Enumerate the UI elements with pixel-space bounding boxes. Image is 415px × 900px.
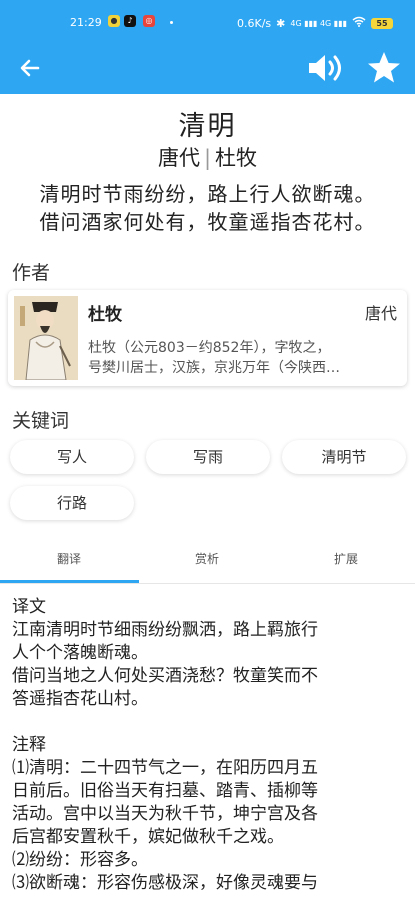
notes-heading: 注释 (12, 735, 46, 755)
tiktok-icon: ♪ (124, 15, 136, 27)
notes-line: 活动。宫中以当天为秋千节，坤宁宫及各 (12, 804, 318, 824)
notes-line: 日前后。旧俗当天有扫墓、踏青、插柳等 (12, 781, 318, 801)
status-bar: 21:29 ● ♪ ◎ 0.6K/s ✱ 4G ▮▮▮ 4G ▮▮▮ 55 (0, 0, 415, 42)
poem-title: 清明 (178, 111, 237, 142)
notes-line: ⑵纷纷：形容多。 (12, 850, 148, 870)
net-speed: 0.6K/s (237, 16, 272, 30)
tab-extension[interactable]: 扩展 (277, 550, 415, 567)
translation-content: 译文 江南清明时节细雨纷纷飘洒，路上羁旅行 人个个落魄断魂。 借问当地之人何处买… (12, 596, 406, 895)
author-dynasty: 唐代 (364, 304, 397, 323)
author-section-heading: 作者 (12, 262, 51, 284)
author-portrait (14, 296, 78, 381)
status-right: 0.6K/s ✱ 4G ▮▮▮ 4G ▮▮▮ 55 (237, 16, 393, 30)
status-time: 21:29 (70, 16, 102, 29)
tab-appreciation[interactable]: 赏析 (138, 550, 276, 567)
author-name: 杜牧 (88, 305, 122, 325)
author-card[interactable]: 杜牧 唐代 杜牧（公元803－约852年），字牧之， 号樊川居士，汉族，京兆万年… (8, 290, 407, 386)
signal-icon: 4G ▮▮▮ 4G ▮▮▮ (290, 18, 347, 28)
translation-line: 江南清明时节细雨纷纷飘洒，路上羁旅行 (12, 620, 318, 640)
app-notification-icon: ● (108, 15, 120, 27)
keywords-section-heading: 关键词 (12, 410, 70, 432)
app-bar (0, 42, 415, 94)
tab-translation[interactable]: 翻译 (0, 550, 138, 567)
notes-line: 后宫都安置秋千，嫔妃做秋千之戏。 (12, 827, 284, 847)
translation-line: 答遥指杏花山村。 (12, 689, 148, 709)
battery-icon: 55 (371, 17, 393, 29)
author-bio-line: 杜牧（公元803－约852年），字牧之， (88, 340, 331, 356)
notes-line: ⑴清明：二十四节气之一，在阳历四月五 (12, 758, 318, 778)
keyword-chip[interactable]: 写人 (10, 440, 134, 474)
translation-heading: 译文 (12, 597, 46, 617)
keyword-chip[interactable]: 行路 (10, 486, 134, 520)
wifi-icon (352, 16, 366, 30)
bluetooth-icon: ✱ (276, 16, 286, 30)
poem-meta: 唐代 | 杜牧 (0, 142, 415, 172)
speaker-icon[interactable] (306, 52, 346, 84)
app-badge-icon: ◎ (143, 15, 155, 27)
notes-line: ⑶欲断魂：形容伤感极深，好像灵魂要与 (12, 873, 318, 893)
poem-dynasty[interactable]: 唐代 (158, 146, 200, 170)
notification-dot-icon (170, 21, 173, 24)
author-bio-line: 号樊川居士，汉族，京兆万年（今陕西… (88, 360, 340, 376)
translation-line: 人个个落魄断魂。 (12, 643, 148, 663)
tab-divider (0, 583, 415, 584)
poem-line: 清明时节雨纷纷，路上行人欲断魂。 (39, 182, 376, 206)
meta-separator: | (203, 146, 212, 170)
keyword-chip[interactable]: 清明节 (282, 440, 406, 474)
poem-line: 借问酒家何处有，牧童遥指杏花村。 (39, 210, 376, 234)
keyword-chip[interactable]: 写雨 (146, 440, 270, 474)
author-bio: 杜牧（公元803－约852年），字牧之， 号樊川居士，汉族，京兆万年（今陕西… (88, 338, 400, 378)
favorite-star-icon[interactable] (366, 50, 402, 86)
translation-line: 借问当地之人何处买酒浇愁？牧童笑而不 (12, 666, 318, 686)
back-arrow-icon[interactable] (16, 54, 44, 82)
poem-author[interactable]: 杜牧 (215, 146, 257, 170)
